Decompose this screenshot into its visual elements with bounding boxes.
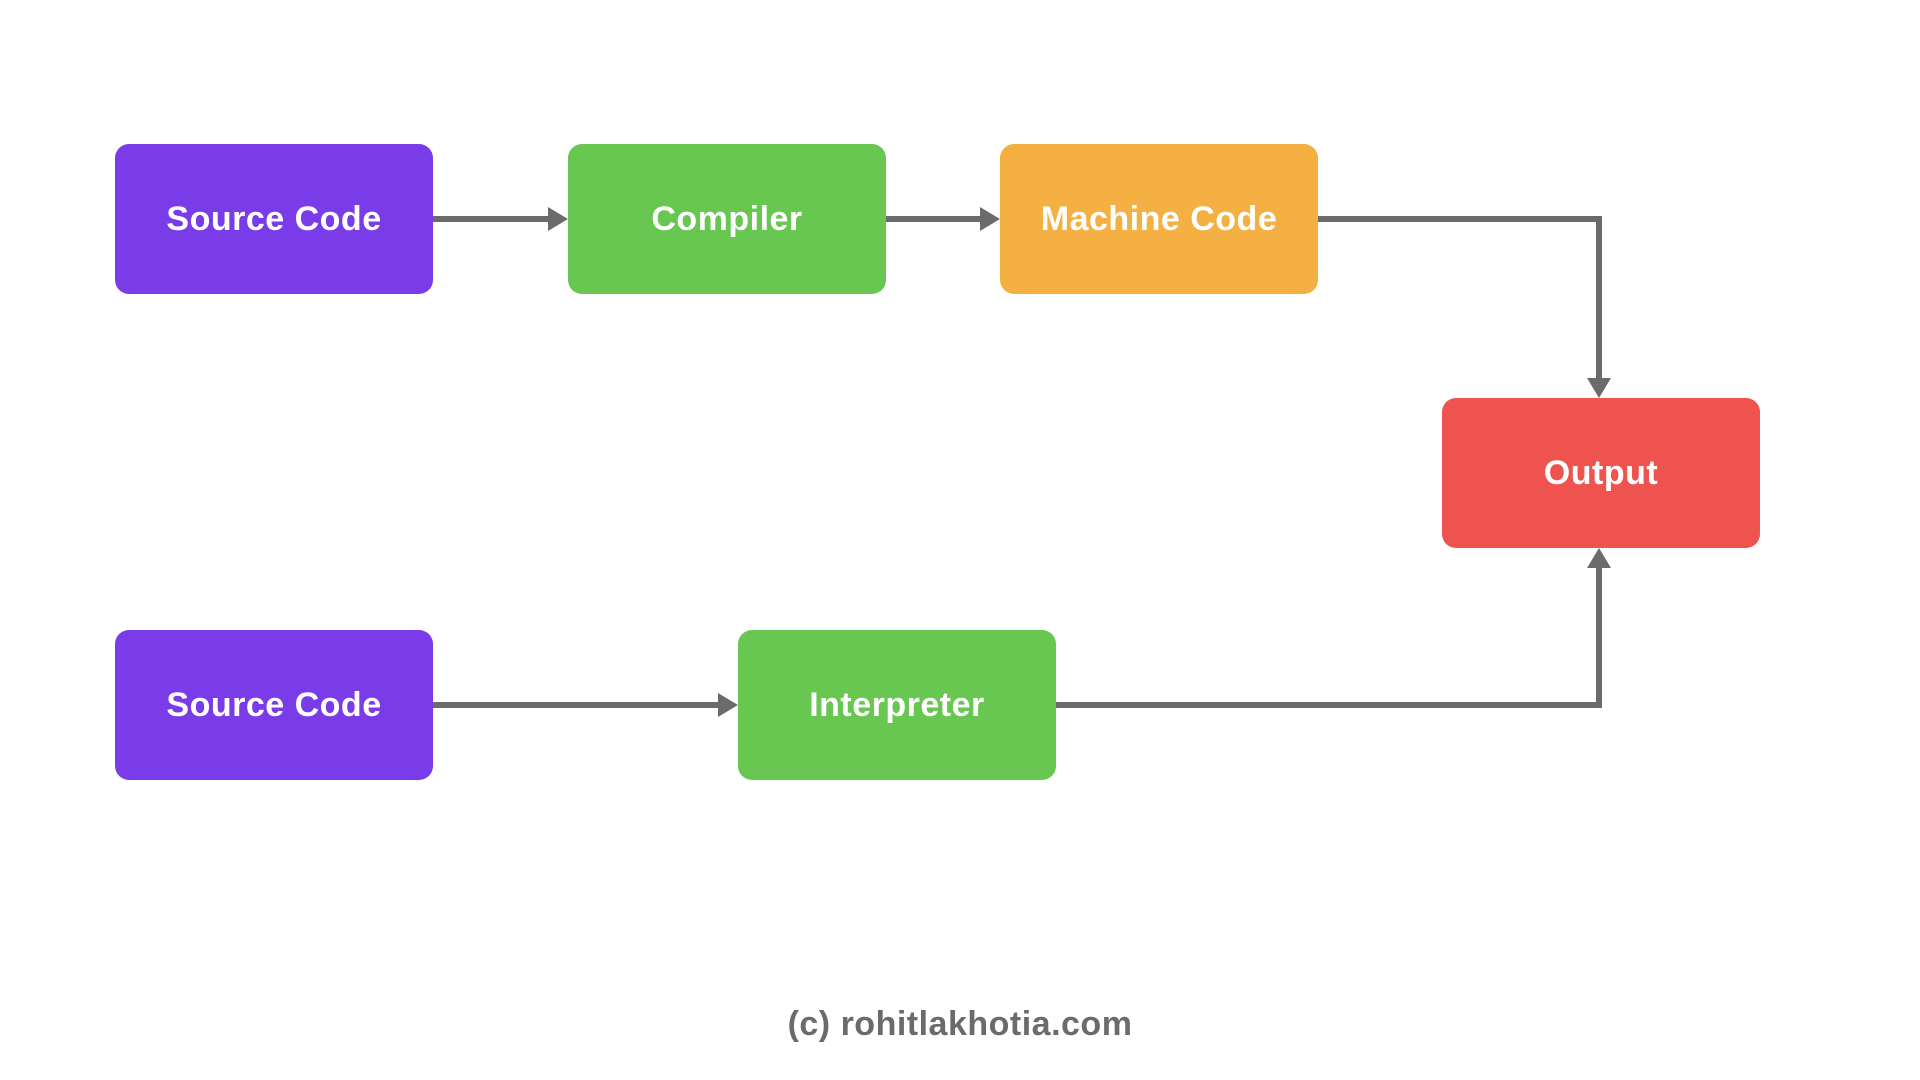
arrow-interpreter-output-h <box>1056 702 1602 708</box>
compiler-box: Compiler <box>568 144 886 294</box>
arrowhead-source1-compiler <box>548 207 568 231</box>
arrowhead-source2-interpreter <box>718 693 738 717</box>
arrow-source2-interpreter <box>433 702 718 708</box>
output-box: Output <box>1442 398 1760 548</box>
machine-code-label: Machine Code <box>1041 200 1277 239</box>
machine-code-box: Machine Code <box>1000 144 1318 294</box>
interpreter-box: Interpreter <box>738 630 1056 780</box>
source-code-label-2: Source Code <box>166 686 381 725</box>
arrow-compiler-machine <box>886 216 980 222</box>
source-code-box-1: Source Code <box>115 144 433 294</box>
arrowhead-interpreter-output <box>1587 548 1611 568</box>
compiler-label: Compiler <box>651 200 802 239</box>
arrow-source1-compiler <box>433 216 548 222</box>
interpreter-label: Interpreter <box>809 686 985 725</box>
arrowhead-machine-output <box>1587 378 1611 398</box>
arrowhead-compiler-machine <box>980 207 1000 231</box>
arrow-machine-output-h <box>1318 216 1602 222</box>
output-label: Output <box>1544 454 1658 493</box>
arrow-machine-output-v <box>1596 216 1602 380</box>
source-code-label-1: Source Code <box>166 200 381 239</box>
credit-text: (c) rohitlakhotia.com <box>0 1005 1920 1044</box>
arrow-interpreter-output-v <box>1596 566 1602 708</box>
source-code-box-2: Source Code <box>115 630 433 780</box>
